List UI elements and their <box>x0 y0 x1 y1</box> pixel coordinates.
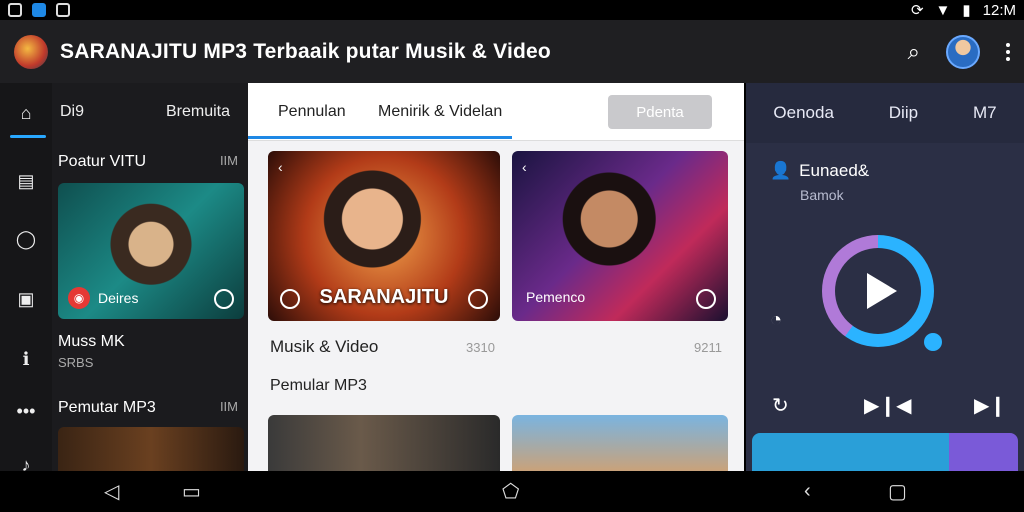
tab-player-2[interactable]: Diip <box>889 103 918 123</box>
left-tabs: Di9 Bremuita <box>52 83 248 141</box>
action-button[interactable]: Pdenta <box>608 95 712 129</box>
app-logo[interactable] <box>14 34 48 69</box>
progress-dot[interactable] <box>924 333 942 351</box>
back-icon[interactable]: ‹ <box>522 159 527 175</box>
next-icon[interactable]: ▶❙ <box>974 393 1006 418</box>
section-title: Pemutar MP3 <box>58 399 156 416</box>
card-label: Deires <box>98 290 139 306</box>
tab-player-3[interactable]: M7 <box>973 103 997 123</box>
row-count-b: 9211 <box>694 340 722 355</box>
progress-ring <box>822 235 934 347</box>
video-title: Pemenco <box>526 289 586 305</box>
featured-card[interactable]: ◉ Deires <box>58 183 244 319</box>
row-pemular[interactable]: Pemular MP3 <box>270 377 367 395</box>
play-icon <box>867 273 897 309</box>
row-count-a: 3310 <box>466 340 495 355</box>
player-panel: Oenoda Diip M7 👤 Eunaed& Bamok ◔ ↻ ▶❙◀ ▶… <box>746 83 1024 471</box>
image-icon <box>8 3 22 17</box>
clock: 12:M <box>982 1 1016 19</box>
home-icon[interactable]: ⬠ <box>502 479 519 504</box>
home-icon[interactable]: ⌂ <box>16 103 36 123</box>
grid-icon[interactable]: ▤ <box>16 171 36 191</box>
section-count: IIM <box>219 153 238 168</box>
record-icon: ◉ <box>68 287 90 309</box>
list-title: Muss MK <box>58 333 125 350</box>
avatar[interactable] <box>946 34 980 69</box>
tab-musik-video[interactable]: Menirik & Videlan <box>378 103 502 121</box>
track-title: Eunaed& <box>799 161 870 180</box>
app-title: SARANAJITU MP3 Terbaaik putar Musik & Vi… <box>60 39 551 63</box>
video-card-2[interactable]: ‹ Pemenco <box>512 151 728 321</box>
app-icon <box>32 3 46 17</box>
video-title: SARANAJITU <box>319 286 449 308</box>
track-subtitle: Bamok <box>800 187 844 203</box>
video-icon[interactable]: ▣ <box>16 289 36 309</box>
guitar-card[interactable] <box>58 427 244 471</box>
skip-icon[interactable]: ▶❙◀ <box>864 393 912 418</box>
recents-icon[interactable]: ▢ <box>888 479 907 504</box>
section-header-2: Pemutar MP3 IIM <box>58 399 238 417</box>
rail-indicator <box>10 135 46 138</box>
center-panel: Pennulan Menirik & Videlan Pdenta ‹ SARA… <box>248 83 744 471</box>
section-count: IIM <box>219 399 238 414</box>
favorite-icon[interactable] <box>214 289 234 309</box>
track-info: 👤 Eunaed& Bamok <box>770 161 869 203</box>
status-bar: ⟳ ▼ ▮ 12:M <box>0 0 1024 20</box>
video-card-1[interactable]: ‹ SARANAJITU <box>268 151 500 321</box>
wifi-icon: ▼ <box>935 1 951 19</box>
back-icon[interactable]: ‹ <box>804 480 811 503</box>
back-icon[interactable]: ◁ <box>104 479 119 504</box>
section-title: Poatur VITU <box>58 153 147 170</box>
more-icon[interactable] <box>1006 42 1010 61</box>
favorite-icon[interactable] <box>468 289 488 309</box>
gallery-icon <box>56 3 70 17</box>
tab-indicator <box>248 136 512 139</box>
center-tabs: Pennulan Menirik & Videlan Pdenta <box>248 83 744 141</box>
tab-player-1[interactable]: Oenoda <box>773 103 834 123</box>
recents-icon[interactable]: ▭ <box>182 479 201 504</box>
replay-icon[interactable]: ↻ <box>772 393 789 418</box>
list-item[interactable]: Muss MK SRBS <box>58 333 125 370</box>
more-dots-icon[interactable]: ••• <box>16 401 36 421</box>
play-button[interactable] <box>835 248 921 334</box>
favorite-icon[interactable] <box>696 289 716 309</box>
tab-populer[interactable]: Pennulan <box>278 103 346 121</box>
nav-rail: ⌂ ▤ ◯ ▣ ℹ ••• ♪ <box>0 83 52 475</box>
row-musik-video[interactable]: Musik & Video <box>270 337 378 357</box>
left-panel: ⌂ ▤ ◯ ▣ ℹ ••• ♪ Di9 Bremuita Poatur VITU… <box>0 83 248 475</box>
system-nav-bar: ◁ ▭ ⬠ ‹ ▢ <box>0 471 1024 512</box>
info-icon[interactable]: ℹ <box>16 349 36 369</box>
tab-left-1[interactable]: Di9 <box>60 103 84 121</box>
battery-icon: ▮ <box>962 2 971 19</box>
player-tabs: Oenoda Diip M7 <box>746 83 1024 143</box>
thumbnail-2[interactable] <box>512 415 728 471</box>
bottom-bar[interactable] <box>752 433 1018 471</box>
search-icon[interactable]: ⌕ <box>908 39 920 65</box>
app-bar: SARANAJITU MP3 Terbaaik putar Musik & Vi… <box>0 20 1024 83</box>
section-header-1: Poatur VITU IIM <box>58 153 238 171</box>
tab-left-2[interactable]: Bremuita <box>166 103 230 121</box>
thumbnail-1[interactable] <box>268 415 500 471</box>
timer-icon[interactable]: ◔ <box>770 309 782 332</box>
sync-icon: ⟳ <box>910 2 924 19</box>
user-icon: 👤 <box>770 161 792 180</box>
chat-icon[interactable]: ◯ <box>16 229 36 249</box>
back-icon[interactable]: ‹ <box>278 159 283 175</box>
list-sub: SRBS <box>58 355 94 370</box>
